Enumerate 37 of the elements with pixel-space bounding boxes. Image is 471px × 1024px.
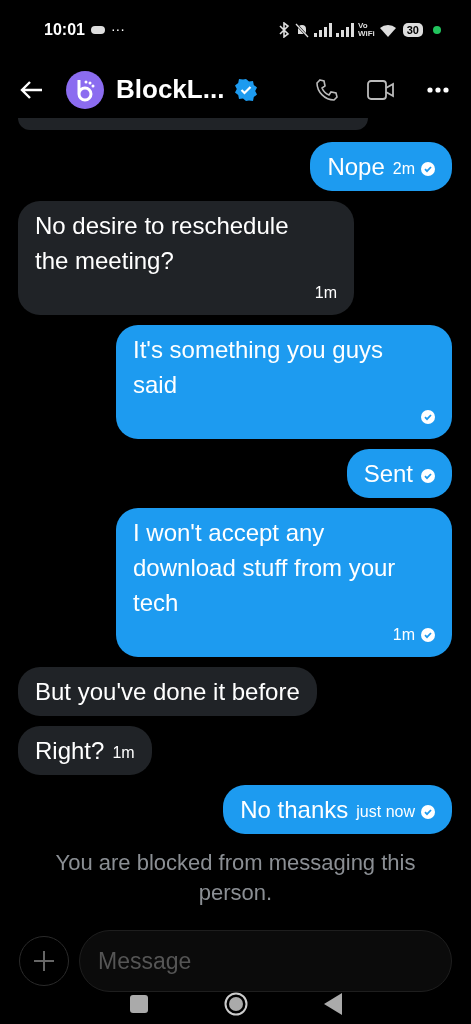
message-text: No desire to reschedule the meeting? [35, 211, 290, 276]
more-options-icon[interactable] [427, 86, 449, 93]
message-time: 1m [392, 625, 415, 645]
message-text: Sent [363, 459, 413, 489]
add-button[interactable] [19, 936, 69, 986]
message-text: It's something you guys said [133, 335, 385, 400]
video-camera-icon[interactable] [367, 78, 395, 101]
blocked-notice: You are blocked from messaging this person. [54, 849, 417, 907]
bluetooth-icon [277, 21, 290, 38]
battery-level: 30 [402, 22, 423, 37]
vowifi-label: Vo [357, 21, 369, 30]
message-text: Right? [35, 736, 105, 766]
message-input[interactable]: Message [79, 930, 452, 992]
message-text: But you've done it before [35, 677, 300, 707]
signal-icon [313, 22, 332, 37]
message-time: 2m [392, 159, 415, 179]
message-text: I won't accept any download stuff from your tech [133, 518, 397, 618]
vowifi-label: WiFi [357, 29, 375, 38]
message-time: 1m [314, 283, 337, 303]
message-time: 1m [112, 743, 135, 763]
avatar [66, 70, 104, 109]
signal-icon [335, 22, 354, 37]
home-icon[interactable] [223, 992, 248, 1016]
muted-bell-icon [293, 21, 310, 38]
message-text: No thanks [240, 795, 349, 825]
message-text: Nope [327, 152, 385, 182]
more-notifications: ··· [110, 20, 125, 39]
contact-name[interactable]: BlockL... [116, 70, 225, 109]
clock-time: 10:01 [44, 19, 85, 40]
wifi-icon [378, 22, 399, 37]
message-time: just now [356, 802, 415, 822]
phone-icon[interactable] [315, 77, 339, 102]
back-arrow-icon[interactable] [20, 79, 44, 100]
dot-icon [433, 25, 441, 34]
back-icon[interactable] [323, 993, 342, 1015]
plus-icon [32, 949, 56, 973]
recent-apps-icon[interactable] [129, 995, 148, 1013]
